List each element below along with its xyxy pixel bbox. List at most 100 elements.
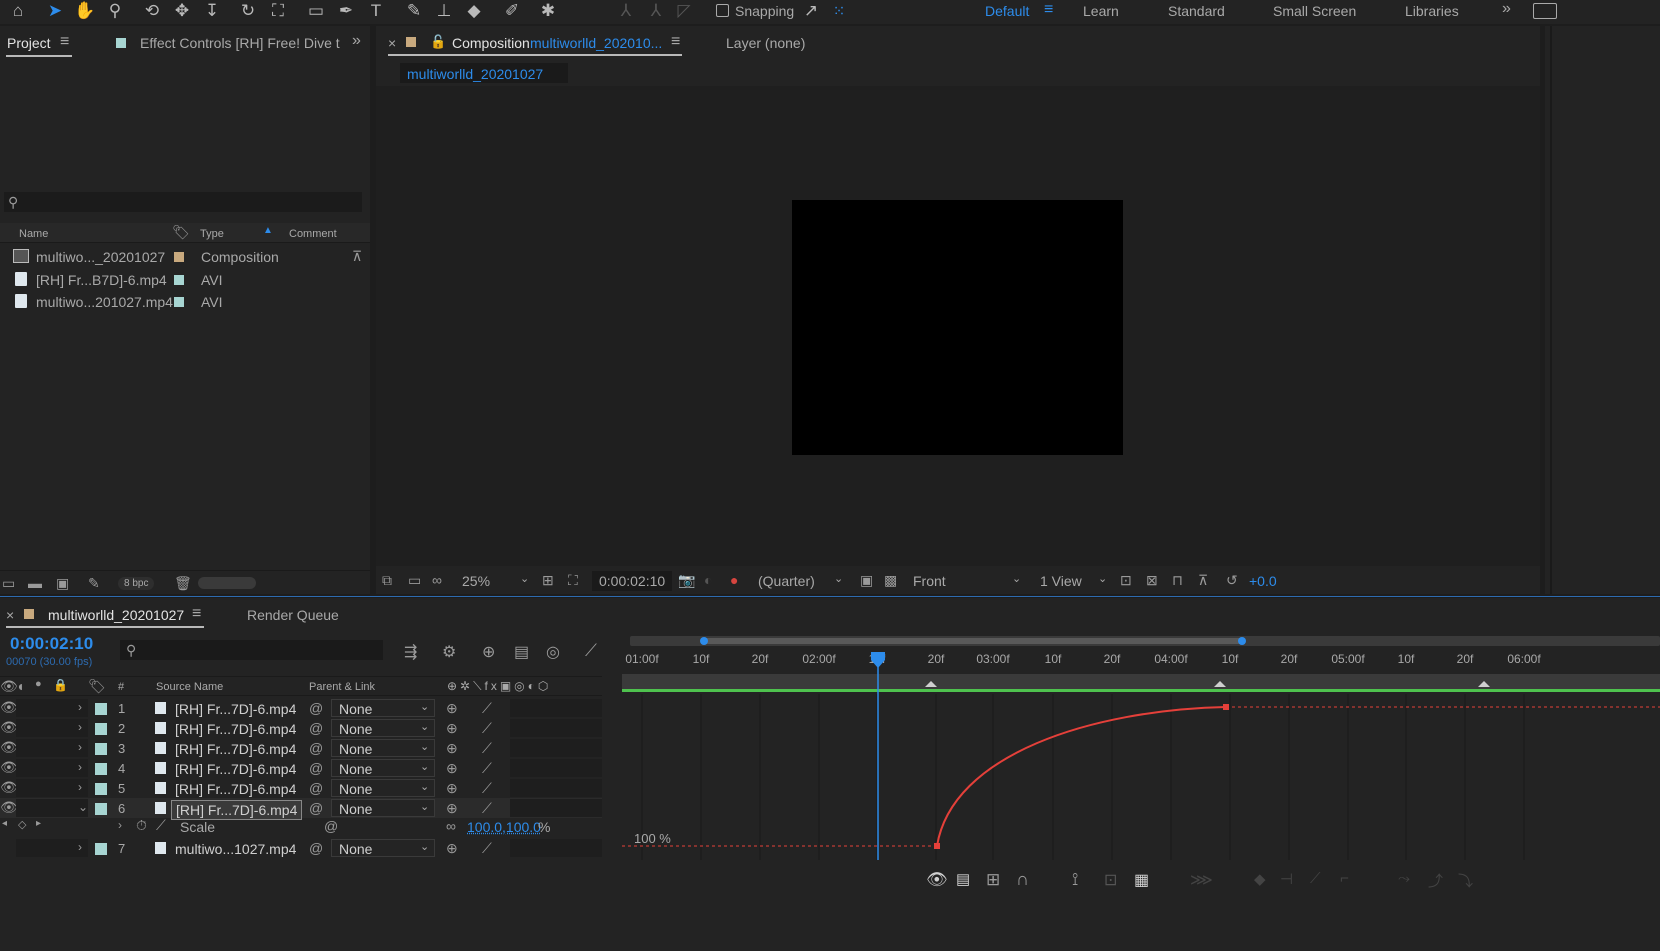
views-value[interactable]: 1 View	[1040, 573, 1082, 589]
column-type[interactable]: Type	[200, 228, 224, 240]
sort-ascending-icon[interactable]: ▲	[263, 225, 273, 236]
quality-switch-icon[interactable]: ⟋	[482, 840, 492, 857]
layer-name[interactable]: [RH] Fr...7D]-6.mp4	[171, 780, 300, 798]
shy-switch-icon[interactable]: ⊕	[446, 840, 458, 857]
pick-whip-icon[interactable]: @	[324, 818, 338, 834]
layer-row[interactable]: 👁 › 3 [RH] Fr...7D]-6.mp4 @ None ⌄ ⊕ ⟋	[0, 738, 602, 758]
quality-switch-icon[interactable]: ⟋	[482, 720, 492, 737]
trash-icon[interactable]: 🗑	[174, 575, 192, 592]
more-workspaces-icon[interactable]: »	[1502, 0, 1511, 18]
hold-keyframe-icon[interactable]: ⊣	[1280, 870, 1293, 888]
pen-tool-icon[interactable]: ✒	[334, 0, 358, 22]
pick-whip-icon[interactable]: @	[309, 760, 323, 776]
shy-switch-icon[interactable]: ⊕	[446, 780, 458, 797]
flowchart-icon[interactable]: ⊼	[352, 248, 362, 265]
monitor-icon[interactable]: ▭	[408, 572, 421, 589]
composition-tab-prefix[interactable]: Composition	[452, 35, 530, 51]
zoom-dropdown-icon[interactable]: ⌄	[520, 572, 529, 585]
project-item-row[interactable]: [RH] Fr...B7D]-6.mp4 AVI	[0, 269, 370, 291]
parent-dropdown[interactable]: None ⌄	[331, 719, 435, 737]
pick-whip-icon[interactable]: @	[309, 780, 323, 796]
switch-cells[interactable]	[510, 779, 602, 797]
transform-box-icon[interactable]: ⊞	[986, 870, 1000, 890]
expand-chevron-icon[interactable]: ›	[78, 760, 82, 774]
parent-dropdown[interactable]: None ⌄	[331, 799, 435, 817]
column-parent-link[interactable]: Parent & Link	[309, 681, 375, 693]
viewer-timecode[interactable]: 0:00:02:10	[592, 571, 673, 591]
label-tag-icon[interactable]: 🏷	[172, 224, 190, 241]
label-swatch[interactable]	[174, 297, 184, 307]
snap-feature-icon[interactable]: ⁙	[828, 0, 850, 22]
layer-label-swatch[interactable]	[95, 803, 107, 815]
shy-switch-icon[interactable]: ⊕	[446, 760, 458, 777]
layer-label-swatch[interactable]	[95, 763, 107, 775]
layer-row[interactable]: 👁 ⌄ 6 [RH] Fr...7D]-6.mp4 @ None ⌄ ⊕ ⟋	[0, 798, 602, 820]
graph-type-icon[interactable]: ▤	[956, 870, 970, 888]
puppet-pin-tool-icon[interactable]: ✱	[536, 0, 560, 22]
shy-switch-icon[interactable]: ⊕	[446, 700, 458, 717]
safe-margins-icon[interactable]: ⊞	[542, 572, 554, 589]
switch-cells[interactable]	[510, 699, 602, 717]
toggle-pixel-aspect-icon[interactable]: ⊡	[1120, 572, 1132, 589]
timeline-tab[interactable]: multiworlld_20201027	[48, 607, 184, 623]
quality-switch-icon[interactable]: ⟋	[482, 760, 492, 777]
workspace-standard[interactable]: Standard	[1168, 3, 1225, 19]
pick-whip-icon[interactable]: @	[309, 740, 323, 756]
tab-effect-controls[interactable]: Effect Controls [RH] Free! Dive t	[140, 35, 340, 51]
timeline-icon[interactable]: ⊓	[1172, 572, 1183, 589]
tab-project[interactable]: Project	[7, 35, 51, 51]
project-item-row[interactable]: multiwo...201027.mp4 AVI	[0, 291, 370, 313]
quality-switch-icon[interactable]: ⟋	[482, 700, 492, 717]
fast-previews-icon[interactable]: ▣	[860, 572, 873, 589]
parent-dropdown[interactable]: None ⌄	[331, 699, 435, 717]
fast-draft-icon[interactable]: ⊠	[1146, 572, 1158, 589]
label-tag-icon[interactable]: 🏷	[88, 678, 106, 695]
switch-cells[interactable]	[510, 719, 602, 737]
label-swatch[interactable]	[174, 252, 184, 262]
workspace-small-screen[interactable]: Small Screen	[1273, 3, 1356, 19]
switch-cells[interactable]	[510, 739, 602, 757]
rotation-tool-icon[interactable]: ↻	[236, 0, 260, 22]
parent-dropdown[interactable]: None ⌄	[331, 779, 435, 797]
snapping-checkbox[interactable]	[716, 4, 729, 17]
roto-brush-tool-icon[interactable]: ✐	[500, 0, 524, 22]
project-panel-menu-icon[interactable]: ≡	[60, 33, 69, 51]
pick-whip-icon[interactable]: @	[309, 700, 323, 716]
snap-magnet-icon[interactable]: ∩	[1016, 869, 1029, 890]
parent-dropdown[interactable]: None ⌄	[331, 739, 435, 757]
current-timecode[interactable]: 0:00:02:10	[10, 634, 93, 654]
draft-3d-icon[interactable]: ⚙	[442, 642, 456, 662]
linear-keyframe-icon[interactable]: ⟋	[1310, 870, 1321, 887]
constrain-proportions-icon[interactable]: ∞	[446, 818, 456, 834]
workspace-menu-icon[interactable]: ≡	[1044, 1, 1053, 19]
fit-selection-icon[interactable]: ⊡	[1104, 870, 1117, 890]
home-icon[interactable]: ⌂	[6, 0, 30, 22]
expand-chevron-icon[interactable]: ›	[78, 700, 82, 714]
prev-keyframe-icon[interactable]: ◂	[2, 818, 7, 829]
layer-name[interactable]: [RH] Fr...7D]-6.mp4	[171, 760, 300, 778]
dolly-camera-tool-icon[interactable]: ↧	[200, 0, 224, 22]
show-snapshot-icon[interactable]: ◐	[704, 572, 712, 588]
pick-whip-icon[interactable]: @	[309, 720, 323, 736]
frame-blending-icon[interactable]: ▤	[514, 642, 529, 662]
shy-switch-icon[interactable]: ⊕	[446, 800, 458, 817]
pick-whip-icon[interactable]: @	[309, 800, 323, 816]
orbit-camera-tool-icon[interactable]: ⟲	[140, 0, 164, 22]
color-channels-icon[interactable]: ●	[730, 572, 738, 588]
separate-dimensions-icon[interactable]: ⋙	[1190, 870, 1213, 890]
solo-icon[interactable]: ●	[35, 678, 42, 690]
composition-menu-icon[interactable]: ≡	[671, 33, 680, 51]
comp-breadcrumb[interactable]: multiworlld_20201027	[400, 63, 568, 83]
expand-chevron-icon[interactable]: ›	[78, 720, 82, 734]
eraser-tool-icon[interactable]: ◆	[462, 0, 486, 22]
scale-value[interactable]: 100.0,100.0	[467, 819, 541, 835]
switch-cells[interactable]	[510, 839, 602, 857]
region-of-interest-icon[interactable]: ⛶	[568, 572, 578, 589]
layer-row[interactable]: 👁 › 1 [RH] Fr...7D]-6.mp4 @ None ⌄ ⊕ ⟋	[0, 698, 602, 718]
composition-tab-name[interactable]: multiworlld_202010...	[530, 35, 662, 51]
transparency-grid-icon[interactable]: ▩	[884, 572, 897, 589]
switch-cells[interactable]	[510, 799, 602, 817]
keyframe-end[interactable]	[1223, 704, 1229, 710]
zoom-value[interactable]: 25%	[462, 573, 490, 589]
layer-label-swatch[interactable]	[95, 703, 107, 715]
